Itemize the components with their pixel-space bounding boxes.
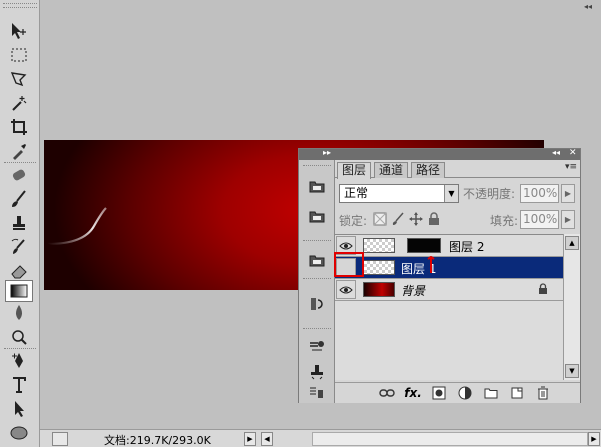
mask-icon[interactable] [431,386,447,400]
brush-presets-panel-icon[interactable] [304,334,330,358]
type-tool-icon[interactable] [5,374,33,396]
fill-label: 填充: [490,214,519,228]
folder-panel-icon[interactable] [304,204,330,228]
close-icon[interactable]: ✕ [569,148,577,158]
scroll-right-icon[interactable]: ▶ [588,432,600,446]
lock-image-pixels-icon[interactable] [391,212,405,226]
gradient-tool-icon[interactable] [5,280,33,302]
lasso-tool-icon[interactable] [5,68,33,90]
tab-channels[interactable]: 通道 [374,162,409,178]
horizontal-scrollbar[interactable] [312,432,588,446]
folder-panel-icon[interactable] [304,174,330,198]
fx-icon[interactable]: fx. [404,386,422,400]
toolbar-grip[interactable] [3,3,37,8]
scroll-left-icon[interactable]: ◀ [261,432,273,446]
folder-panel-icon[interactable] [304,248,330,272]
eyedropper-tool-icon[interactable] [5,140,33,162]
adjustment-icon[interactable] [457,386,473,400]
lock-label: 锁定: [339,214,368,228]
status-options-icon[interactable] [52,432,68,446]
toolbar-separator [4,162,36,163]
panel-collapse-icon[interactable]: ◂◂ [578,2,598,14]
status-menu-arrow-icon[interactable]: ▶ [244,432,256,446]
layer-mask-thumbnail[interactable] [407,238,441,253]
lock-transparent-pixels-icon[interactable] [373,212,387,226]
fill-field[interactable]: 100% [520,210,559,229]
blend-mode-select[interactable]: 正常 ▼ [339,184,459,203]
layer-name[interactable]: 背景 [401,282,425,299]
magic-wand-tool-icon[interactable] [5,92,33,114]
layer-thumbnail[interactable] [363,260,395,275]
document-size-info: 文档:219.7K/293.0K [104,434,211,447]
tool-presets-panel-icon[interactable] [304,384,330,402]
dock-separator [303,165,331,166]
layers-scrollbar[interactable]: ▲ ▼ [563,234,580,380]
dock-separator [303,328,331,329]
annotation-cursor-icon [427,256,435,273]
marquee-tool-icon[interactable] [5,44,33,66]
tools-panel [0,0,40,447]
move-tool-icon[interactable] [5,20,33,42]
visibility-eye-icon[interactable] [336,280,356,299]
layer-name[interactable]: 图层 2 [449,238,484,255]
clone-stamp-tool-icon[interactable] [5,212,33,234]
crop-tool-icon[interactable] [5,116,33,138]
dodge-tool-icon[interactable] [5,326,33,348]
layer-thumbnail[interactable] [363,238,395,253]
opacity-label: 不透明度: [463,187,516,201]
blur-tool-icon[interactable] [5,302,33,324]
ellipse-tool-icon[interactable] [5,422,33,444]
healing-brush-tool-icon[interactable] [5,164,33,186]
scroll-up-icon[interactable]: ▲ [565,236,579,250]
folder-icon[interactable] [483,386,499,400]
layer-thumbnail[interactable] [363,282,395,297]
annotation-highlight-box [334,252,364,277]
panel-menu-icon[interactable]: ▾≡ [565,162,577,172]
tab-paths[interactable]: 路径 [411,162,446,178]
lock-position-icon[interactable] [409,212,423,226]
opacity-slider-arrow-icon[interactable]: ▶ [561,184,575,203]
path-selection-tool-icon[interactable] [5,398,33,420]
brush-tool-icon[interactable] [5,188,33,210]
lock-icon [539,283,547,294]
tab-layers[interactable]: 图层 [337,162,372,179]
new-layer-icon[interactable] [509,386,525,400]
layers-list: 图层 2 图层 1 背景 [335,234,563,380]
opacity-field[interactable]: 100% [520,184,559,203]
dock-separator [303,240,331,241]
layer-row[interactable]: 图层 2 [335,235,563,257]
panel-titlebar[interactable]: ▸▸ ◂◂ ✕ [299,148,580,160]
layers-panel-body: 图层 通道 路径 ▾≡ 正常 ▼ 不透明度: 100% ▶ 锁定: 填充: 10… [335,160,580,403]
eraser-tool-icon[interactable] [5,260,33,282]
panel-dock [299,160,335,403]
link-icon[interactable] [379,386,395,400]
fill-slider-arrow-icon[interactable]: ▶ [561,210,575,229]
blend-mode-value: 正常 [344,186,369,200]
toolbar-separator [4,348,36,349]
dock-separator [303,278,331,279]
clone-source-panel-icon[interactable] [304,360,330,384]
chevron-down-icon[interactable]: ▼ [444,185,458,202]
scroll-down-icon[interactable]: ▼ [565,364,579,378]
collapse-panel-icon[interactable]: ◂◂ [552,148,560,157]
blend-row: 正常 ▼ 不透明度: 100% ▶ [339,184,577,204]
layer-row-selected[interactable]: 图层 1 [335,257,563,279]
history-panel-icon[interactable] [304,292,330,316]
pen-tool-icon[interactable] [5,350,33,372]
trash-icon[interactable] [535,386,551,400]
history-brush-tool-icon[interactable] [5,236,33,258]
panel-tabs: 图层 通道 路径 ▾≡ [335,160,580,179]
layer-row[interactable]: 背景 [335,279,563,301]
status-bar: 文档:219.7K/293.0K ▶ ◀ ▶ [40,429,601,447]
panel-footer: fx. [335,382,580,403]
expand-dock-icon[interactable]: ▸▸ [323,148,331,157]
lock-all-icon[interactable] [427,212,441,226]
lock-row: 锁定: 填充: 100% ▶ [339,210,577,230]
